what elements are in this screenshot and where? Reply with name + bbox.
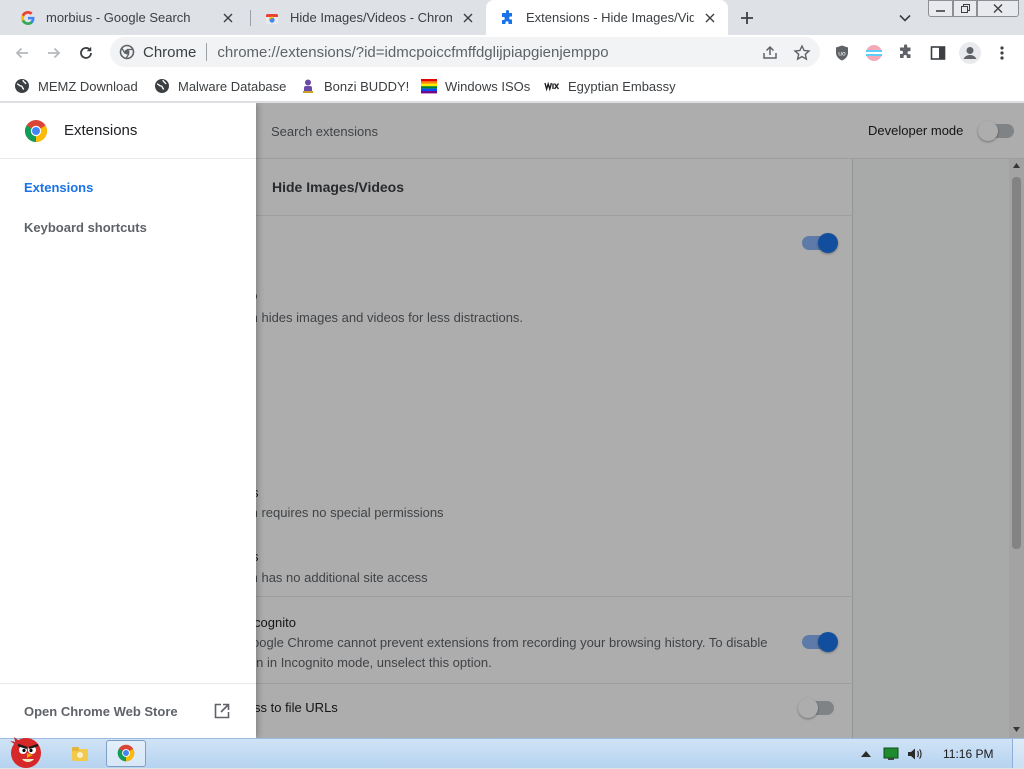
wix-icon bbox=[544, 78, 560, 94]
profile-avatar-icon[interactable] bbox=[958, 41, 982, 65]
reload-icon[interactable] bbox=[76, 43, 96, 63]
address-bar[interactable]: Chrome chrome://extensions/?id=idmcpoicc… bbox=[110, 37, 820, 67]
close-icon[interactable] bbox=[220, 10, 236, 26]
tab-google-search[interactable]: morbius - Google Search bbox=[6, 0, 246, 35]
puzzle-piece-icon bbox=[500, 9, 516, 26]
extensions-page: Search extensions Developer mode Hide Im… bbox=[0, 103, 1024, 738]
bookmark-bonzi-buddy[interactable]: Bonzi BUDDY! bbox=[300, 76, 409, 96]
show-desktop-button[interactable] bbox=[1012, 739, 1024, 768]
close-window-button[interactable] bbox=[977, 0, 1019, 17]
bookmark-star-icon[interactable] bbox=[792, 43, 812, 63]
url-text: chrome://extensions/?id=idmcpoiccfmffdgl… bbox=[217, 43, 609, 61]
start-button-angry-bird-icon[interactable] bbox=[2, 731, 50, 769]
site-chip-label: Chrome bbox=[143, 43, 197, 61]
tab-hide-images-store[interactable]: Hide Images/Videos - Chrome bbox=[250, 0, 486, 35]
bookmark-label: MEMZ Download bbox=[38, 78, 138, 94]
flag-extension-icon[interactable] bbox=[864, 43, 884, 63]
clock-time[interactable]: 11:16 PM bbox=[943, 747, 993, 761]
rainbow-flag-icon bbox=[421, 78, 437, 94]
restore-button[interactable] bbox=[953, 0, 977, 17]
share-icon[interactable] bbox=[760, 43, 780, 63]
bookmark-windows-isos[interactable]: Windows ISOs bbox=[421, 76, 530, 96]
more-vert-icon[interactable] bbox=[992, 43, 1012, 63]
close-icon[interactable] bbox=[460, 10, 476, 26]
bookmarks-bar: MEMZ Download Malware Database Bonzi BUD… bbox=[0, 70, 1024, 102]
bookmark-label: Egyptian Embassy bbox=[568, 78, 676, 94]
toolbar: Chrome chrome://extensions/?id=idmcpoicc… bbox=[0, 35, 1024, 70]
bookmark-egyptian-embassy[interactable]: Egyptian Embassy bbox=[544, 76, 676, 96]
back-arrow-icon[interactable] bbox=[12, 43, 32, 63]
globe-icon bbox=[154, 78, 170, 94]
bookmark-label: Bonzi BUDDY! bbox=[324, 78, 410, 94]
side-panel-icon[interactable] bbox=[928, 43, 948, 63]
minimize-button[interactable] bbox=[928, 0, 953, 17]
tab-extensions[interactable]: Extensions - Hide Images/Videos bbox=[486, 0, 728, 35]
show-hidden-icons-chevron-up-icon[interactable] bbox=[860, 748, 872, 760]
tab-title: morbius - Google Search bbox=[46, 10, 191, 25]
ublock-shield-icon[interactable]: uo bbox=[832, 43, 852, 63]
open-web-store-link[interactable]: Open Chrome Web Store bbox=[24, 704, 178, 719]
nav-item-keyboard-shortcuts[interactable]: Keyboard shortcuts bbox=[24, 220, 147, 235]
tab-search-chevron-down-icon[interactable] bbox=[898, 11, 912, 25]
tab-strip: morbius - Google Search Hide Images/Vide… bbox=[0, 0, 1024, 35]
explorer-folder-icon[interactable] bbox=[70, 744, 90, 764]
bookmark-label: Windows ISOs bbox=[445, 78, 531, 94]
volume-icon[interactable] bbox=[906, 745, 924, 763]
omnibox-divider bbox=[206, 43, 208, 61]
network-icon[interactable] bbox=[883, 746, 899, 762]
svg-text:uo: uo bbox=[838, 51, 846, 58]
bonzi-icon bbox=[300, 78, 316, 94]
drawer-title: Extensions bbox=[64, 122, 138, 139]
chrome-logo-icon bbox=[117, 744, 135, 762]
forward-arrow-icon[interactable] bbox=[44, 43, 64, 63]
tab-title: Extensions - Hide Images/Videos bbox=[526, 10, 694, 25]
tab-title: Hide Images/Videos - Chrome bbox=[290, 10, 452, 25]
open-in-new-icon[interactable] bbox=[213, 702, 231, 720]
bookmark-malware-database[interactable]: Malware Database bbox=[154, 76, 286, 96]
taskbar-chrome-button[interactable] bbox=[106, 740, 146, 767]
nav-item-extensions[interactable]: Extensions bbox=[24, 180, 93, 195]
extensions-drawer: Extensions Extensions Keyboard shortcuts… bbox=[0, 103, 256, 738]
chrome-logo-icon bbox=[24, 119, 48, 143]
drawer-footer: Open Chrome Web Store bbox=[0, 683, 256, 738]
close-icon[interactable] bbox=[702, 10, 718, 26]
extensions-puzzle-icon[interactable] bbox=[896, 43, 916, 63]
bookmark-label: Malware Database bbox=[178, 78, 287, 94]
chrome-site-icon bbox=[119, 44, 135, 60]
globe-icon bbox=[14, 78, 30, 94]
windows-taskbar: 11:16 PM bbox=[0, 737, 1024, 768]
drawer-header: Extensions bbox=[0, 103, 256, 159]
google-g-icon bbox=[20, 10, 36, 26]
chrome-web-store-icon bbox=[264, 10, 280, 26]
bookmark-memz[interactable]: MEMZ Download bbox=[14, 76, 138, 96]
new-tab-button[interactable] bbox=[738, 9, 756, 27]
